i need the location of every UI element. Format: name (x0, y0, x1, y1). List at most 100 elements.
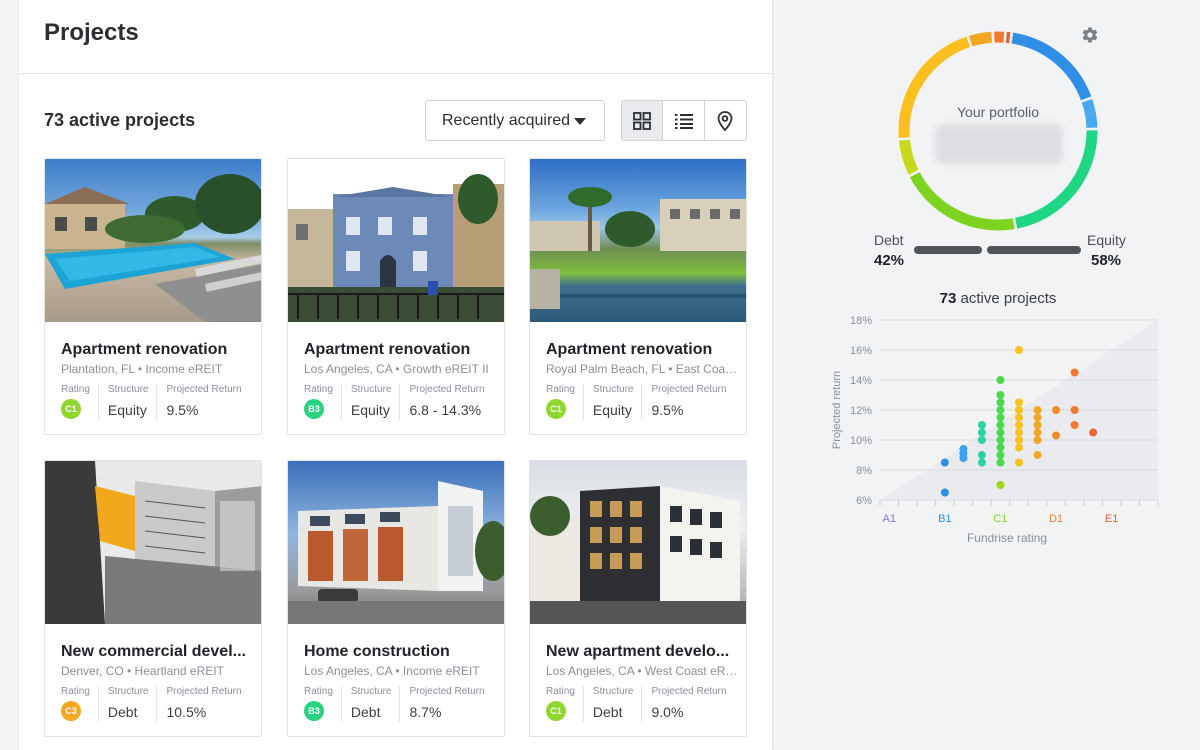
grid-icon (633, 111, 652, 130)
project-card[interactable]: Apartment renovation Los Angeles, CA • G… (287, 158, 505, 435)
scatter-point[interactable] (996, 421, 1005, 429)
debt-bar (914, 246, 982, 254)
scatter-point[interactable] (1015, 346, 1023, 354)
scatter-point[interactable] (996, 443, 1005, 452)
scatter-point[interactable] (996, 398, 1005, 407)
scatter-point[interactable] (959, 445, 968, 453)
project-card[interactable]: New apartment develo... Los Angeles, CA … (529, 460, 747, 737)
scatter-point[interactable] (996, 436, 1005, 444)
return-value: 10.5% (166, 704, 207, 720)
scatter-point[interactable] (977, 421, 986, 429)
scatter-point[interactable] (1015, 458, 1023, 467)
sort-dropdown-value: Recently acquired (442, 111, 571, 129)
scatter-point[interactable] (1033, 451, 1042, 459)
project-title: New apartment develo... (546, 643, 730, 660)
scatter-point[interactable] (1033, 406, 1042, 414)
project-card[interactable]: Home construction Los Angeles, CA • Inco… (287, 460, 505, 737)
sort-dropdown[interactable]: Recently acquired (425, 100, 605, 141)
project-meta: Rating C1 Structure Equity Projected Retur… (61, 384, 259, 424)
scatter-point[interactable] (1015, 421, 1023, 429)
return-label: Projected Return (651, 384, 727, 395)
structure-label: Structure (350, 384, 392, 395)
project-meta: Rating C1 Structure Debt Projected Return 9… (546, 686, 744, 726)
project-title: New commercial devel... (61, 643, 246, 660)
equity-bar (987, 246, 1081, 254)
x-tick-label: B1 (938, 513, 951, 525)
scatter-point[interactable] (996, 428, 1005, 437)
return-label: Projected Return (409, 686, 485, 697)
y-tick-label: 16% (850, 345, 872, 357)
return-value: 8.7% (409, 704, 442, 720)
scatter-title-text: active projects (960, 290, 1057, 307)
scatter-point[interactable] (977, 428, 986, 437)
scatter-point[interactable] (996, 376, 1005, 384)
rating-label: Rating (61, 384, 90, 395)
scatter-point[interactable] (1015, 406, 1023, 414)
rating-badge: B3 (304, 701, 324, 721)
project-card[interactable]: Apartment renovation Plantation, FL • In… (44, 158, 262, 435)
scatter-point[interactable] (996, 406, 1005, 414)
return-label: Projected Return (166, 686, 242, 697)
scatter-point[interactable] (1015, 428, 1023, 437)
scatter-point[interactable] (1015, 398, 1023, 407)
scatter-point[interactable] (1033, 436, 1042, 444)
scatter-point[interactable] (1033, 428, 1042, 437)
scatter-point[interactable] (940, 488, 949, 497)
y-tick-label: 14% (850, 375, 872, 387)
scatter-point[interactable] (1070, 368, 1079, 377)
scatter-point[interactable] (1070, 421, 1079, 429)
y-tick-label: 12% (850, 405, 872, 417)
scatter-point[interactable] (996, 413, 1005, 422)
debt-label: Debt (874, 232, 904, 248)
return-value: 9.5% (166, 402, 199, 418)
scatter-point[interactable] (1070, 406, 1079, 414)
portfolio-value-blurred (935, 124, 1063, 164)
project-subtitle: Los Angeles, CA • Growth eREIT II (304, 362, 489, 376)
scatter-point[interactable] (1052, 431, 1061, 440)
scatter-point[interactable] (1015, 413, 1023, 422)
project-card[interactable]: Apartment renovation Royal Palm Beach, F… (529, 158, 747, 435)
scatter-point[interactable] (1089, 428, 1098, 437)
scatter-point[interactable] (977, 436, 986, 444)
project-subtitle: Denver, CO • Heartland eREIT (61, 664, 224, 678)
project-title: Apartment renovation (304, 341, 471, 358)
structure-value: Debt (592, 704, 623, 720)
scatter-point[interactable] (996, 451, 1005, 459)
y-tick-label: 6% (856, 495, 872, 507)
scatter-point[interactable] (940, 458, 949, 467)
scatter-point[interactable] (996, 481, 1005, 489)
return-value: 6.8 - 14.3% (409, 402, 482, 418)
scatter-point[interactable] (1015, 436, 1023, 444)
scatter-point[interactable] (1033, 421, 1042, 429)
projects-panel: Projects 73 active projects Recently acq… (19, 0, 773, 750)
project-title: Home construction (304, 643, 450, 660)
project-meta: Rating C1 Structure Equity Projected Retur… (546, 384, 744, 424)
scatter-point[interactable] (1015, 443, 1023, 452)
return-label: Projected Return (166, 384, 242, 395)
project-card[interactable]: New commercial devel... Denver, CO • Hea… (44, 460, 262, 737)
scatter-point[interactable] (1052, 406, 1061, 414)
map-view-button[interactable] (705, 101, 746, 140)
scatter-point[interactable] (1033, 413, 1042, 422)
list-view-button[interactable] (663, 101, 705, 140)
structure-label: Structure (107, 686, 149, 697)
scatter-point[interactable] (996, 458, 1005, 467)
project-photo (530, 159, 746, 322)
project-photo (45, 461, 261, 624)
return-label: Projected Return (651, 686, 727, 697)
equity-label: Equity (1087, 232, 1126, 248)
return-vs-rating-scatter: 18% 16% 14% 12% 10% 8% 6% A1 B1 C1 D1 E1 Projected r… (831, 315, 1159, 545)
grid-view-button[interactable] (622, 101, 664, 140)
rating-label: Rating (304, 686, 333, 697)
scatter-point[interactable] (977, 458, 986, 467)
scatter-point[interactable] (977, 451, 986, 459)
y-axis-label: Projected return (831, 371, 843, 449)
x-tick-label: E1 (1105, 513, 1118, 525)
scatter-point[interactable] (996, 391, 1005, 399)
list-icon (674, 113, 693, 129)
donut-segment (1081, 99, 1098, 129)
return-value: 9.5% (651, 402, 684, 418)
divider (19, 73, 773, 74)
structure-label: Structure (350, 686, 392, 697)
scatter-count: 73 (939, 290, 957, 307)
